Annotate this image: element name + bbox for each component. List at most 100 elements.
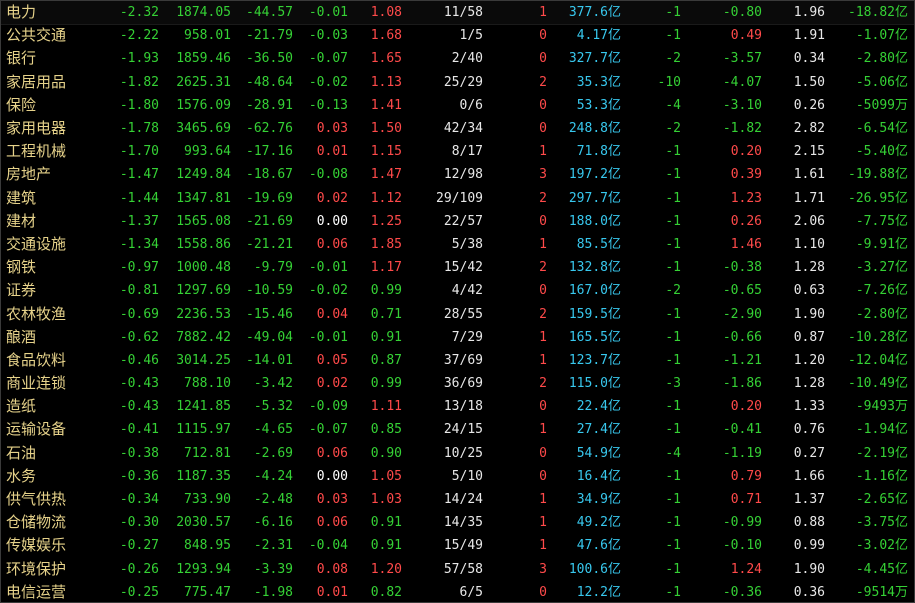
flow-rate-cell: -0.38 <box>722 260 762 276</box>
table-row[interactable]: 钢铁 -0.97 1000.48 -9.79 -0.01 1.17 15/42 2 132.8亿… <box>1 256 914 279</box>
sector-name-cell: 建筑 <box>6 188 37 207</box>
speed-cell: 0.04 <box>316 306 348 322</box>
change-cell: -3.42 <box>253 376 293 392</box>
advance-decline-cell: 14/24 <box>443 492 483 508</box>
speed-cell: -0.03 <box>308 28 348 44</box>
pct-change-cell: -0.25 <box>119 584 159 600</box>
advance-decline-cell: 7/29 <box>451 329 483 345</box>
net-inflow-cell: -19.88亿 <box>848 167 908 183</box>
index-price-cell: 1000.48 <box>176 260 231 276</box>
ratio-cell: 1.96 <box>793 5 825 20</box>
net-inflow-cell: -3.75亿 <box>855 515 908 531</box>
net-inflow-cell: -9514万 <box>855 584 908 600</box>
rank-change-cell: -1 <box>665 306 681 322</box>
volume-ratio-cell: 1.25 <box>370 213 402 229</box>
table-row[interactable]: 银行 -1.93 1859.46 -36.50 -0.07 1.65 2/40 0 327.7亿… <box>1 47 914 70</box>
index-price-cell: 2625.31 <box>176 74 231 90</box>
sector-name-cell: 农林牧渔 <box>6 304 67 323</box>
pct-change-cell: -1.44 <box>119 190 159 206</box>
volume-ratio-cell: 1.13 <box>370 74 402 90</box>
volume-ratio-cell: 0.90 <box>370 445 402 461</box>
table-row[interactable]: 建筑 -1.44 1347.81 -19.69 0.02 1.12 29/109 2 297.7… <box>1 187 914 210</box>
table-row[interactable]: 家居用品 -1.82 2625.31 -48.64 -0.02 1.13 25/29 2 35.… <box>1 71 914 94</box>
rank-change-cell: -2 <box>665 283 681 299</box>
table-row[interactable]: 商业连锁 -0.43 788.10 -3.42 0.02 0.99 36/69 2 115.0亿… <box>1 372 914 395</box>
table-row[interactable]: 食品饮料 -0.46 3014.25 -14.01 0.05 0.87 37/69 1 123.… <box>1 349 914 372</box>
sector-name-cell: 环境保护 <box>6 559 67 578</box>
leader-count-cell: 2 <box>539 190 547 206</box>
table-row[interactable]: 保险 -1.80 1576.09 -28.91 -0.13 1.41 0/6 0 53.3亿 -4… <box>1 94 914 117</box>
table-row[interactable]: 家用电器 -1.78 3465.69 -62.76 0.03 1.50 42/34 0 248.… <box>1 117 914 140</box>
table-row[interactable]: 电信运营 -0.25 775.47 -1.98 0.01 0.82 6/5 0 12.2亿 -1 -… <box>1 581 914 602</box>
table-row[interactable]: 仓储物流 -0.30 2030.57 -6.16 0.06 0.91 14/35 1 49.2亿… <box>1 511 914 534</box>
table-row[interactable]: 酿酒 -0.62 7882.42 -49.04 -0.01 0.91 7/29 1 165.5亿… <box>1 326 914 349</box>
pct-change-cell: -1.93 <box>119 51 159 67</box>
advance-decline-cell: 14/35 <box>443 515 483 531</box>
table-row[interactable]: 环境保护 -0.26 1293.94 -3.39 0.08 1.20 57/58 3 100.6… <box>1 558 914 581</box>
table-row[interactable]: 电力 -2.32 1874.05 -44.57 -0.01 1.08 11/58 1 377.6… <box>1 1 914 26</box>
advance-decline-cell: 6/5 <box>459 584 483 600</box>
volume-ratio-cell: 0.85 <box>370 422 402 438</box>
volume-ratio-cell: 1.20 <box>370 561 402 577</box>
rank-change-cell: -2 <box>665 120 681 136</box>
leader-count-cell: 1 <box>539 144 547 160</box>
speed-cell: 0.02 <box>316 376 348 392</box>
pct-change-cell: -0.41 <box>119 422 159 438</box>
table-row[interactable]: 石油 -0.38 712.81 -2.69 0.06 0.90 10/25 0 54.9亿 -4 -… <box>1 442 914 465</box>
table-row[interactable]: 水务 -0.36 1187.35 -4.24 0.00 1.05 5/10 0 16.4亿 -1 0… <box>1 465 914 488</box>
sector-name-cell: 建材 <box>6 211 37 230</box>
advance-decline-cell: 25/29 <box>443 74 483 90</box>
net-inflow-cell: -12.04亿 <box>848 352 908 368</box>
speed-cell: -0.04 <box>308 538 348 554</box>
speed-cell: 0.06 <box>316 236 348 252</box>
change-cell: -15.46 <box>246 306 293 322</box>
leader-count-cell: 1 <box>539 329 547 345</box>
pct-change-cell: -1.70 <box>119 144 159 160</box>
ratio-cell: 0.63 <box>793 283 825 299</box>
table-row[interactable]: 供气供热 -0.34 733.90 -2.48 0.03 1.03 14/24 1 34.9亿 -… <box>1 488 914 511</box>
volume-ratio-cell: 1.12 <box>370 190 402 206</box>
net-inflow-cell: -2.65亿 <box>855 492 908 508</box>
table-row[interactable]: 造纸 -0.43 1241.85 -5.32 -0.09 1.11 13/18 0 22.4亿 -… <box>1 395 914 418</box>
table-row[interactable]: 农林牧渔 -0.69 2236.53 -15.46 0.04 0.71 28/55 2 159.… <box>1 303 914 326</box>
table-row[interactable]: 房地产 -1.47 1249.84 -18.67 -0.08 1.47 12/98 3 197.… <box>1 163 914 186</box>
change-cell: -1.98 <box>253 584 293 600</box>
leader-count-cell: 2 <box>539 74 547 90</box>
sector-name-cell: 电信运营 <box>6 582 67 601</box>
table-row[interactable]: 证券 -0.81 1297.69 -10.59 -0.02 0.99 4/42 0 167.0亿… <box>1 279 914 302</box>
volume-ratio-cell: 1.15 <box>370 144 402 160</box>
table-row[interactable]: 工程机械 -1.70 993.64 -17.16 0.01 1.15 8/17 1 71.8亿 -… <box>1 140 914 163</box>
advance-decline-cell: 24/15 <box>443 422 483 438</box>
index-price-cell: 1241.85 <box>176 399 231 415</box>
rank-change-cell: -1 <box>665 515 681 531</box>
turnover-amount-cell: 34.9亿 <box>576 492 621 508</box>
table-row[interactable]: 公共交通 -2.22 958.01 -21.79 -0.03 1.68 1/5 0 4.17亿 -… <box>1 24 914 47</box>
ratio-cell: 2.15 <box>793 144 825 160</box>
index-price-cell: 2236.53 <box>176 306 231 322</box>
index-price-cell: 1249.84 <box>176 167 231 183</box>
advance-decline-cell: 15/49 <box>443 538 483 554</box>
index-price-cell: 1565.08 <box>176 213 231 229</box>
table-row[interactable]: 传媒娱乐 -0.27 848.95 -2.31 -0.04 0.91 15/49 1 47.6亿… <box>1 534 914 557</box>
volume-ratio-cell: 1.41 <box>370 97 402 113</box>
leader-count-cell: 1 <box>539 492 547 508</box>
change-cell: -17.16 <box>246 144 293 160</box>
rank-change-cell: -1 <box>665 561 681 577</box>
volume-ratio-cell: 1.47 <box>370 167 402 183</box>
volume-ratio-cell: 0.71 <box>370 306 402 322</box>
table-row[interactable]: 运输设备 -0.41 1115.97 -4.65 -0.07 0.85 24/15 1 27.4… <box>1 418 914 441</box>
speed-cell: 0.03 <box>316 120 348 136</box>
net-inflow-cell: -5.40亿 <box>855 144 908 160</box>
net-inflow-cell: -2.80亿 <box>855 306 908 322</box>
change-cell: -6.16 <box>253 515 293 531</box>
flow-rate-cell: -0.66 <box>722 329 762 345</box>
change-cell: -19.69 <box>246 190 293 206</box>
volume-ratio-cell: 0.99 <box>370 283 402 299</box>
sector-name-cell: 石油 <box>6 443 37 462</box>
flow-rate-cell: 0.20 <box>730 144 762 160</box>
pct-change-cell: -1.34 <box>119 236 159 252</box>
flow-rate-cell: -2.90 <box>722 306 762 322</box>
table-row[interactable]: 建材 -1.37 1565.08 -21.69 0.00 1.25 22/57 0 188.0亿… <box>1 210 914 233</box>
speed-cell: 0.01 <box>316 144 348 160</box>
table-row[interactable]: 交通设施 -1.34 1558.86 -21.21 0.06 1.85 5/38 1 85.5亿… <box>1 233 914 256</box>
